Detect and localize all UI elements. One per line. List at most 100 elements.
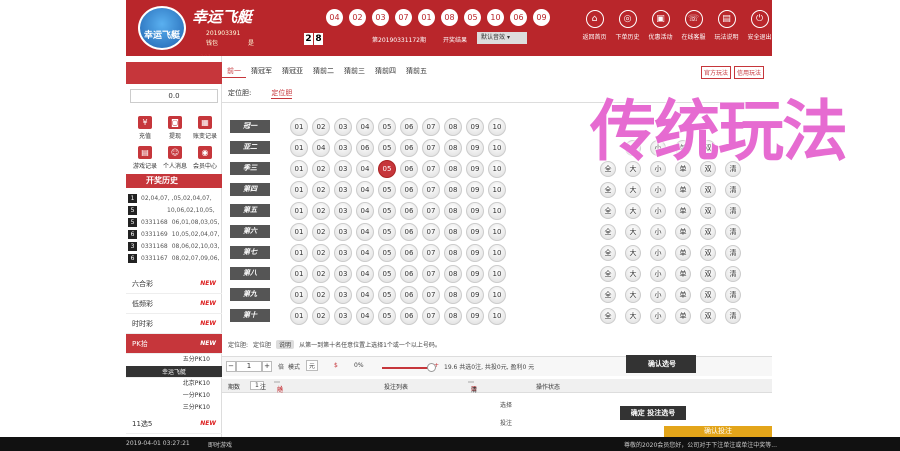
number-ball[interactable]: 09: [466, 307, 484, 325]
rebate-slider[interactable]: [382, 367, 432, 369]
quick-select-button[interactable]: 大: [625, 308, 641, 324]
number-ball[interactable]: 08: [444, 265, 462, 283]
number-ball[interactable]: 04: [356, 307, 374, 325]
number-ball[interactable]: 09: [466, 223, 484, 241]
quick-select-button[interactable]: 清: [725, 266, 741, 282]
multiple-value[interactable]: 1: [236, 361, 262, 372]
quick-select-button[interactable]: 单: [675, 182, 691, 198]
number-ball[interactable]: 08: [444, 202, 462, 220]
lottery-item-ssc[interactable]: 时时彩 NEW: [126, 314, 222, 334]
sub-lottery-3min[interactable]: 三分PK10: [126, 402, 222, 414]
quick-select-button[interactable]: 双: [700, 245, 716, 261]
quick-select-button[interactable]: 清: [725, 182, 741, 198]
confirm-select-button[interactable]: 确认选号: [626, 355, 696, 373]
number-ball[interactable]: 03: [334, 223, 352, 241]
number-ball[interactable]: 07: [422, 286, 440, 304]
number-ball[interactable]: 02: [312, 181, 330, 199]
number-ball[interactable]: 01: [290, 139, 308, 157]
tab-top4[interactable]: 猜前四: [370, 64, 401, 78]
lottery-item-pk10[interactable]: PK拾 NEW: [126, 334, 222, 354]
game-records-button[interactable]: ▤ 游戏记录: [130, 146, 160, 170]
quick-select-button[interactable]: 大: [625, 266, 641, 282]
number-ball[interactable]: 01: [290, 265, 308, 283]
number-ball[interactable]: 04: [356, 286, 374, 304]
number-ball[interactable]: 07: [422, 160, 440, 178]
deposit-button[interactable]: ¥ 充值: [130, 116, 160, 140]
number-ball[interactable]: 01: [290, 160, 308, 178]
number-ball[interactable]: 06: [400, 139, 418, 157]
quick-select-button[interactable]: 双: [700, 224, 716, 240]
number-ball[interactable]: 04: [356, 223, 374, 241]
number-ball[interactable]: 02: [312, 244, 330, 262]
nav-history[interactable]: ◎ 下单历史: [612, 10, 643, 41]
number-ball[interactable]: 06: [400, 244, 418, 262]
quick-select-button[interactable]: 小: [650, 182, 666, 198]
confirm-bet-button[interactable]: 确认投注: [664, 426, 772, 437]
number-ball[interactable]: 06: [400, 118, 418, 136]
quick-select-button[interactable]: 小: [650, 308, 666, 324]
quick-select-button[interactable]: 单: [675, 245, 691, 261]
number-ball[interactable]: 05: [378, 160, 396, 178]
number-ball[interactable]: 01: [290, 307, 308, 325]
number-ball[interactable]: 01: [290, 244, 308, 262]
lottery-item-11x5[interactable]: 11选5 NEW: [126, 414, 222, 434]
number-ball[interactable]: 04: [356, 118, 374, 136]
tab-first[interactable]: 前一: [222, 64, 246, 78]
quick-select-button[interactable]: 全: [600, 224, 616, 240]
quick-select-button[interactable]: 小: [650, 287, 666, 303]
number-ball[interactable]: 06: [400, 307, 418, 325]
random-button[interactable]: ⤨ 随机: [274, 381, 283, 403]
clear-button[interactable]: ▥ 清空: [468, 381, 477, 403]
number-ball[interactable]: 09: [466, 244, 484, 262]
quick-select-button[interactable]: 大: [625, 245, 641, 261]
quick-select-button[interactable]: 小: [650, 203, 666, 219]
minus-button[interactable]: −: [226, 361, 236, 372]
quick-select-button[interactable]: 全: [600, 203, 616, 219]
number-ball[interactable]: 07: [422, 139, 440, 157]
number-ball[interactable]: 08: [444, 223, 462, 241]
transactions-button[interactable]: ▦ 账变记录: [190, 116, 220, 140]
quick-select-button[interactable]: 单: [675, 287, 691, 303]
sub-lottery-1min[interactable]: 一分PK10: [126, 390, 222, 402]
number-ball[interactable]: 09: [466, 265, 484, 283]
number-ball[interactable]: 08: [444, 307, 462, 325]
number-ball[interactable]: 04: [356, 181, 374, 199]
number-ball[interactable]: 02: [312, 265, 330, 283]
quick-select-button[interactable]: 全: [600, 245, 616, 261]
number-ball[interactable]: 05: [378, 139, 396, 157]
number-ball[interactable]: 03: [334, 265, 352, 283]
number-ball[interactable]: 02: [312, 202, 330, 220]
quick-select-button[interactable]: 清: [725, 203, 741, 219]
number-ball[interactable]: 03: [334, 139, 352, 157]
quick-select-button[interactable]: 双: [700, 266, 716, 282]
number-ball[interactable]: 07: [422, 202, 440, 220]
number-ball[interactable]: 03: [334, 181, 352, 199]
quick-select-button[interactable]: 清: [725, 287, 741, 303]
quick-select-button[interactable]: 全: [600, 182, 616, 198]
number-ball[interactable]: 02: [312, 118, 330, 136]
number-ball[interactable]: 09: [466, 286, 484, 304]
number-ball[interactable]: 02: [312, 160, 330, 178]
quick-select-button[interactable]: 单: [675, 203, 691, 219]
number-ball[interactable]: 10: [488, 244, 506, 262]
number-ball[interactable]: 08: [444, 286, 462, 304]
sub-lottery-beijing[interactable]: 北京PK10: [126, 378, 222, 390]
quick-select-button[interactable]: 单: [675, 308, 691, 324]
number-ball[interactable]: 06: [400, 202, 418, 220]
confirm-bet-select-button[interactable]: 确定 投注选号: [620, 406, 686, 420]
number-ball[interactable]: 03: [334, 244, 352, 262]
number-ball[interactable]: 06: [400, 181, 418, 199]
number-ball[interactable]: 06: [400, 265, 418, 283]
number-ball[interactable]: 03: [334, 307, 352, 325]
number-ball[interactable]: 01: [290, 286, 308, 304]
number-ball[interactable]: 07: [422, 265, 440, 283]
number-ball[interactable]: 08: [444, 244, 462, 262]
number-ball[interactable]: 09: [466, 181, 484, 199]
number-ball[interactable]: 10: [488, 223, 506, 241]
number-ball[interactable]: 06: [356, 139, 374, 157]
lottery-item-marksix[interactable]: 六合彩 NEW: [126, 274, 222, 294]
quick-select-button[interactable]: 清: [725, 308, 741, 324]
number-ball[interactable]: 05: [378, 307, 396, 325]
number-ball[interactable]: 03: [334, 286, 352, 304]
number-ball[interactable]: 05: [378, 118, 396, 136]
